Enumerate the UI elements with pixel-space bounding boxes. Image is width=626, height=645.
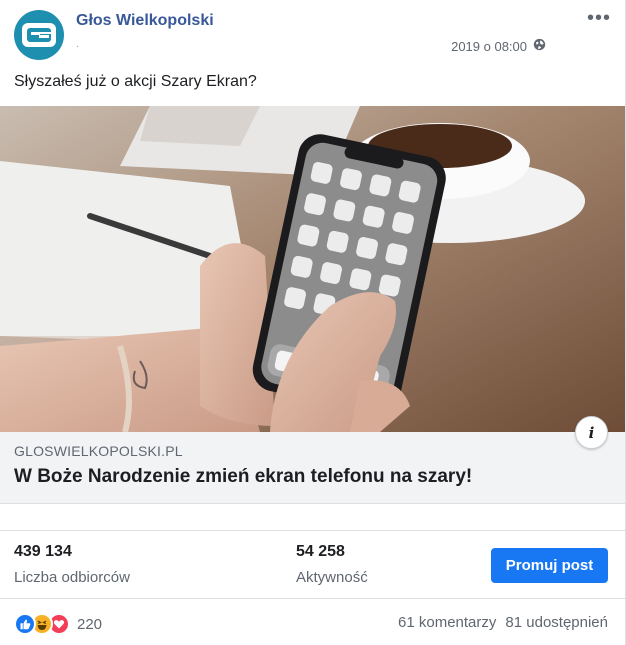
divider [0, 598, 625, 599]
divider [0, 530, 625, 531]
post-card: Głos Wielkopolski · 2019 o 08:00 ••• Sły… [0, 0, 626, 645]
link-domain: GLOSWIELKOPOLSKI.PL [14, 443, 183, 459]
promote-post-button[interactable]: Promuj post [491, 548, 608, 583]
reach-value: 439 134 [14, 543, 72, 560]
engagement-value: 54 258 [296, 543, 345, 560]
reach-stat: 439 134 Liczba odbiorców [14, 543, 130, 586]
page-name-link[interactable]: Głos Wielkopolski [76, 12, 214, 30]
post-text: Słyszałeś już o akcji Szary Ekran? [14, 73, 257, 90]
reaction-count: 220 [77, 615, 103, 633]
comments-count-link[interactable]: 61 komentarzy [398, 614, 496, 631]
like-reaction-icon [14, 613, 36, 635]
globe-icon[interactable] [533, 38, 546, 54]
shares-count-link[interactable]: 81 udostępnień [505, 614, 608, 631]
link-preview[interactable]: i GLOSWIELKOPOLSKI.PL W Boże Narodzenie … [0, 416, 625, 504]
phone-in-hands-photo [0, 106, 625, 432]
reach-label: Liczba odbiorców [14, 569, 130, 586]
page-logo-icon [22, 23, 56, 47]
meta-dot: · [76, 40, 80, 52]
post-meta: · 2019 o 08:00 [76, 38, 546, 54]
engagement-counts: 61 komentarzy 81 udostępnień [398, 614, 608, 631]
info-icon[interactable]: i [575, 416, 608, 449]
link-title[interactable]: W Boże Narodzenie zmień ekran telefonu n… [14, 466, 472, 488]
page-avatar[interactable] [14, 10, 64, 60]
engagement-stat: 54 258 Aktywność [296, 543, 368, 586]
engagement-label: Aktywność [296, 569, 368, 586]
post-timestamp[interactable]: 2019 o 08:00 [451, 39, 527, 54]
link-preview-image[interactable] [0, 106, 625, 432]
more-options-icon[interactable]: ••• [587, 8, 611, 28]
reactions-summary[interactable]: 220 [14, 613, 102, 635]
